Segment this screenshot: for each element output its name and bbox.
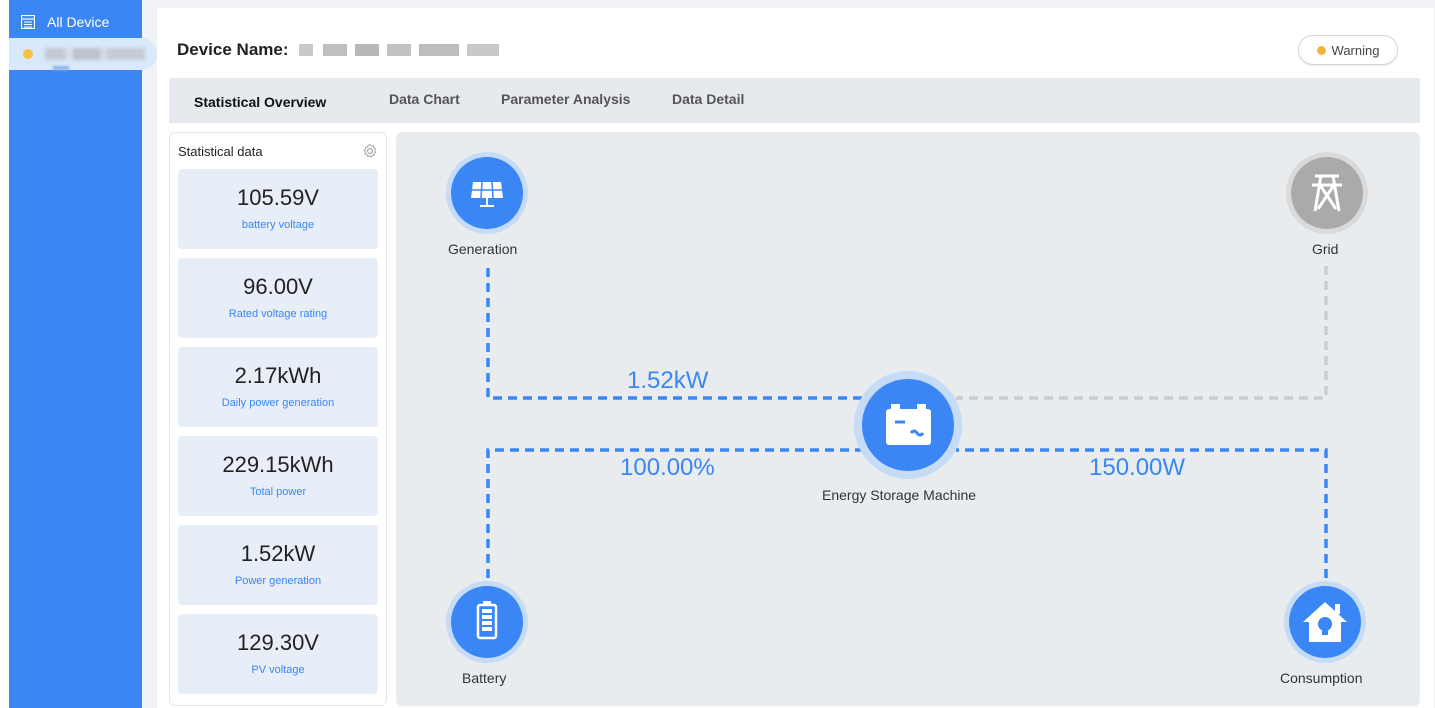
device-header: Device Name:	[177, 40, 499, 60]
tab-data-detail[interactable]: Data Detail	[672, 91, 744, 107]
generation-power-value: 1.52kW	[627, 367, 709, 394]
battery-soc-value: 100.00%	[620, 454, 715, 481]
tab-bar: Statistical Overview Data Chart Paramete…	[169, 78, 1420, 123]
battery-inverter-icon[interactable]	[853, 370, 963, 480]
stat-value: 105.59V	[237, 185, 319, 210]
stat-value: 129.30V	[237, 630, 319, 655]
stat-value: 2.17kWh	[234, 363, 322, 388]
stat-value: 1.52kW	[240, 541, 316, 566]
status-badge[interactable]: Warning	[1298, 35, 1398, 65]
stat-value: 229.15kWh	[222, 452, 334, 477]
energy-storage-label: Energy Storage Machine	[822, 487, 977, 503]
consumption-power-value: 150.00W	[1089, 454, 1186, 481]
device-name-redacted-underline	[53, 66, 69, 70]
battery-icon[interactable]	[445, 580, 529, 664]
stat-card-total-power: 229.15kWh Total power	[178, 436, 378, 516]
device-name-label: Device Name:	[177, 40, 289, 59]
energy-flow-diagram: Generation Grid Energy Storage Machine B…	[396, 132, 1420, 706]
stat-label: Daily power generation	[221, 397, 335, 409]
stat-card-rated-voltage: 96.00V Rated voltage rating	[178, 258, 378, 338]
stat-label: Rated voltage rating	[228, 308, 328, 320]
generation-label: Generation	[448, 241, 518, 257]
consumption-label: Consumption	[1280, 670, 1363, 686]
tab-data-chart[interactable]: Data Chart	[389, 91, 460, 107]
statistical-data-title: Statistical data	[178, 144, 263, 159]
all-device-label: All Device	[47, 14, 110, 30]
warning-dot	[1316, 45, 1326, 55]
gear-icon[interactable]	[362, 143, 378, 159]
stat-card-pv-voltage: 129.30V PV voltage	[178, 614, 378, 694]
stat-card-battery-voltage: 105.59V battery voltage	[178, 169, 378, 249]
stat-label: battery voltage	[241, 219, 315, 231]
stat-value: 96.00V	[243, 274, 313, 299]
stat-label: Total power	[249, 486, 307, 498]
tab-parameter-analysis[interactable]: Parameter Analysis	[501, 91, 630, 107]
stat-label: PV voltage	[251, 664, 305, 676]
status-text: Warning	[1331, 42, 1380, 58]
sidebar: All Device	[9, 0, 157, 708]
sidebar-device-item[interactable]	[9, 38, 157, 70]
device-status-dot	[23, 49, 33, 59]
stat-card-daily-generation: 2.17kWh Daily power generation	[178, 347, 378, 427]
house-bulb-icon[interactable]	[1283, 580, 1367, 664]
statistical-data-panel: Statistical data 105.59V battery voltage…	[169, 132, 387, 706]
main-panel: Device Name: Warning Statistical Overvie…	[157, 8, 1434, 708]
stat-card-power-generation: 1.52kW Power generation	[178, 525, 378, 605]
device-list-icon	[21, 15, 35, 29]
battery-label: Battery	[462, 670, 507, 686]
power-tower-icon[interactable]	[1285, 151, 1369, 235]
solar-panel-icon[interactable]	[445, 151, 529, 235]
flow-line-grid	[956, 266, 1328, 400]
device-name-redacted	[45, 48, 145, 60]
grid-label: Grid	[1312, 241, 1339, 257]
stat-label: Power generation	[234, 575, 322, 587]
left-gutter	[0, 0, 9, 708]
tab-statistical-overview[interactable]: Statistical Overview	[194, 94, 326, 110]
device-name-redacted-value	[298, 44, 499, 56]
